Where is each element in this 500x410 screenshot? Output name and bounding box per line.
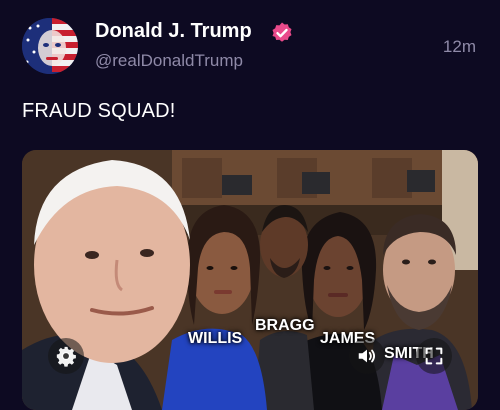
- volume-icon: [358, 349, 376, 363]
- post-media-video[interactable]: WILLIS BRAGG JAMES SMITH: [22, 150, 478, 410]
- avatar[interactable]: [22, 18, 78, 74]
- display-name[interactable]: Donald J. Trump: [95, 20, 252, 43]
- settings-icon: [56, 346, 76, 367]
- post-text: FRAUD SQUAD!: [22, 100, 176, 122]
- media-image: [22, 150, 478, 410]
- video-settings-button[interactable]: [48, 338, 84, 374]
- fullscreen-button[interactable]: [416, 338, 452, 374]
- post-timestamp: 12m: [442, 37, 476, 56]
- fullscreen-icon: [425, 347, 443, 365]
- verified-badge-icon: [272, 22, 292, 42]
- media-caption-willis: WILLIS: [188, 330, 243, 347]
- user-handle[interactable]: @realDonaldTrump: [95, 51, 243, 71]
- media-caption-bragg: BRAGG: [255, 317, 315, 334]
- volume-button[interactable]: [349, 338, 385, 374]
- avatar-flag-portrait: [22, 18, 78, 74]
